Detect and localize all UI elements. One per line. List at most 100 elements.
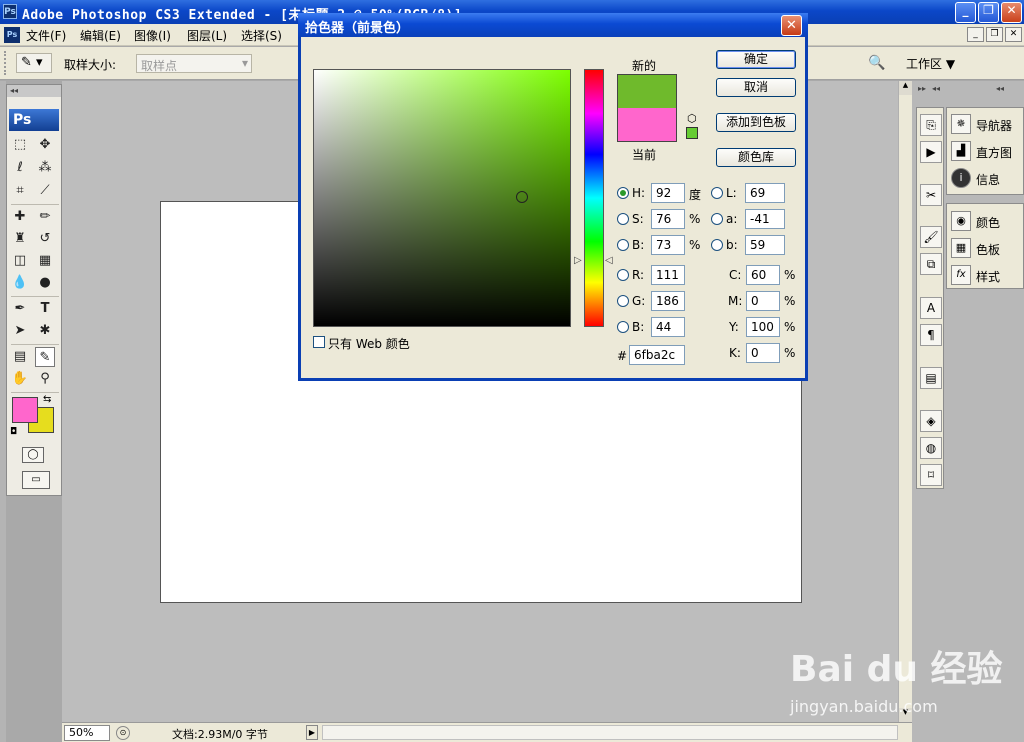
- foreground-color-swatch[interactable]: [12, 397, 38, 423]
- gradient-tool-icon[interactable]: ▦: [35, 251, 55, 271]
- layer-comps-panel-icon[interactable]: ▤: [920, 367, 942, 389]
- custom-shape-tool-icon[interactable]: ✱: [35, 321, 55, 341]
- expand-dock-icon[interactable]: ◂◂: [932, 84, 940, 93]
- doc-restore-button[interactable]: ❐: [986, 27, 1003, 42]
- cancel-button[interactable]: 取消: [716, 78, 796, 97]
- menu-image[interactable]: 图像(I): [134, 27, 171, 44]
- paths-panel-icon[interactable]: ⌑: [920, 464, 942, 486]
- blue-input[interactable]: 44: [651, 317, 685, 337]
- red-input[interactable]: 111: [651, 265, 685, 285]
- dodge-tool-icon[interactable]: ●: [35, 273, 55, 293]
- menu-layer[interactable]: 图层(L): [187, 27, 227, 44]
- radio-green[interactable]: [617, 295, 629, 307]
- eyedropper-tool-preset-picker[interactable]: ✎ ▾: [16, 53, 52, 73]
- brushes-panel-icon[interactable]: 🖌: [920, 226, 942, 248]
- magic-wand-tool-icon[interactable]: ⁂: [35, 158, 55, 178]
- radio-lab-b[interactable]: [711, 239, 723, 251]
- radio-lightness[interactable]: [711, 187, 723, 199]
- menu-file[interactable]: 文件(F): [26, 27, 66, 44]
- collapse-dock-icon[interactable]: ▸▸: [918, 84, 926, 93]
- hue-slider-left-arrow-icon[interactable]: ▷: [574, 255, 582, 266]
- radio-brightness[interactable]: [617, 239, 629, 251]
- move-tool-icon[interactable]: ✥: [35, 135, 55, 155]
- brightness-input[interactable]: 73: [651, 235, 685, 255]
- history-brush-tool-icon[interactable]: ↺: [35, 229, 55, 249]
- panel-tab-color[interactable]: ◉ 颜色: [947, 208, 1023, 235]
- out-of-gamut-cube-icon[interactable]: ⬡: [687, 112, 697, 125]
- hue-slider[interactable]: [584, 69, 604, 327]
- doc-minimize-button[interactable]: _: [967, 27, 984, 42]
- web-safe-color-swatch[interactable]: [686, 127, 698, 139]
- options-bar-grip[interactable]: [4, 51, 14, 75]
- panel-tab-navigator[interactable]: ✵ 导航器: [947, 111, 1023, 138]
- magenta-input[interactable]: 0: [746, 291, 780, 311]
- black-input[interactable]: 0: [746, 343, 780, 363]
- radio-lab-a[interactable]: [711, 213, 723, 225]
- zoom-tool-icon[interactable]: ⚲: [35, 369, 55, 389]
- history-panel-icon[interactable]: ⎘: [920, 114, 942, 136]
- cyan-input[interactable]: 60: [746, 265, 780, 285]
- bridge-icon[interactable]: 🔍: [862, 53, 892, 75]
- tool-presets-panel-icon[interactable]: ✂: [920, 184, 942, 206]
- sample-size-select[interactable]: 取样点 ▾: [136, 54, 252, 73]
- close-window-button[interactable]: ✕: [1001, 2, 1022, 23]
- status-menu-arrow-icon[interactable]: ▶: [306, 725, 318, 740]
- hue-input[interactable]: 92: [651, 183, 685, 203]
- yellow-input[interactable]: 100: [746, 317, 780, 337]
- radio-saturation[interactable]: [617, 213, 629, 225]
- vertical-scrollbar[interactable]: ▲ ▼: [898, 81, 912, 722]
- doc-close-button[interactable]: ✕: [1005, 27, 1022, 42]
- document-icon[interactable]: Ps: [4, 27, 20, 43]
- actions-panel-icon[interactable]: ▶: [920, 141, 942, 163]
- healing-brush-tool-icon[interactable]: ✚: [10, 207, 30, 227]
- green-input[interactable]: 186: [651, 291, 685, 311]
- paragraph-panel-icon[interactable]: ¶: [920, 324, 942, 346]
- dialog-title-bar[interactable]: 拾色器（前景色） ✕: [298, 13, 808, 37]
- screen-mode-icon[interactable]: ▭: [22, 471, 50, 489]
- clone-stamp-tool-icon[interactable]: ♜: [10, 229, 30, 249]
- dialog-close-button[interactable]: ✕: [781, 15, 802, 36]
- current-color-swatch[interactable]: [617, 108, 677, 142]
- quick-mask-icon[interactable]: ◯: [22, 447, 44, 463]
- clone-source-panel-icon[interactable]: ⧉: [920, 253, 942, 275]
- toolbox-header[interactable]: ◂◂: [7, 85, 61, 97]
- color-libraries-button[interactable]: 颜色库: [716, 148, 796, 167]
- status-info-icon[interactable]: ⊙: [116, 726, 130, 740]
- slice-tool-icon[interactable]: ⟋: [35, 181, 55, 201]
- menu-select[interactable]: 选择(S): [241, 27, 282, 44]
- path-selection-tool-icon[interactable]: ➤: [10, 321, 30, 341]
- hex-input[interactable]: 6fba2c: [629, 345, 685, 365]
- swap-colors-icon[interactable]: ⇆: [43, 394, 51, 405]
- layers-panel-icon[interactable]: ◈: [920, 410, 942, 432]
- ok-button[interactable]: 确定: [716, 50, 796, 69]
- brush-tool-icon[interactable]: ✏: [35, 207, 55, 227]
- add-to-swatches-button[interactable]: 添加到色板: [716, 113, 796, 132]
- pen-tool-icon[interactable]: ✒: [10, 299, 30, 319]
- scroll-up-icon[interactable]: ▲: [899, 81, 912, 95]
- eraser-tool-icon[interactable]: ◫: [10, 251, 30, 271]
- color-field-cursor[interactable]: [516, 191, 528, 203]
- eyedropper-tool-icon[interactable]: ✎: [35, 347, 55, 367]
- minimize-button[interactable]: _: [955, 2, 976, 23]
- radio-red[interactable]: [617, 269, 629, 281]
- hand-tool-icon[interactable]: ✋: [10, 369, 30, 389]
- saturation-input[interactable]: 76: [651, 209, 685, 229]
- lasso-tool-icon[interactable]: ℓ: [10, 158, 30, 178]
- collapse-panels-icon[interactable]: ◂◂: [996, 84, 1004, 93]
- channels-panel-icon[interactable]: ◍: [920, 437, 942, 459]
- panel-tab-swatches[interactable]: ▦ 色板: [947, 235, 1023, 262]
- default-colors-icon[interactable]: ◘: [10, 427, 17, 437]
- panel-tab-histogram[interactable]: ▟ 直方图: [947, 138, 1023, 165]
- hue-slider-right-arrow-icon[interactable]: ◁: [605, 255, 613, 266]
- lab-a-input[interactable]: -41: [745, 209, 785, 229]
- saturation-brightness-field[interactable]: [313, 69, 571, 327]
- lab-l-input[interactable]: 69: [745, 183, 785, 203]
- blur-tool-icon[interactable]: 💧: [10, 273, 30, 293]
- horizontal-scrollbar[interactable]: [322, 725, 898, 740]
- workspace-menu[interactable]: 工作区 ▼: [906, 55, 955, 72]
- type-tool-icon[interactable]: T: [35, 299, 55, 319]
- lab-b-input[interactable]: 59: [745, 235, 785, 255]
- radio-hue[interactable]: [617, 187, 629, 199]
- marquee-tool-icon[interactable]: ⬚: [10, 135, 30, 155]
- notes-tool-icon[interactable]: ▤: [10, 347, 30, 367]
